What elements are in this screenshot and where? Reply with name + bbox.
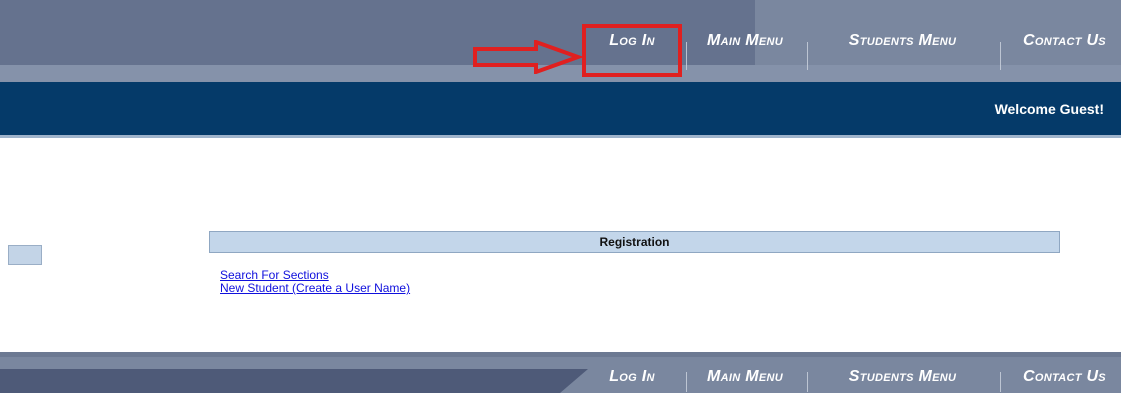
new-student-link[interactable]: New Student (Create a User Name) (220, 282, 410, 295)
nav-main-menu-link[interactable]: Main Menu (690, 0, 800, 82)
footer-students-menu-link[interactable]: Students Menu (820, 360, 985, 393)
registration-links: Search For Sections New Student (Create … (220, 269, 410, 295)
nav-separator (807, 372, 808, 392)
footer-contact-us-link[interactable]: Contact Us (1008, 360, 1121, 393)
nav-separator (1000, 372, 1001, 392)
nav-separator (686, 372, 687, 392)
footer-main-menu-link[interactable]: Main Menu (690, 360, 800, 393)
welcome-message: Welcome Guest! (994, 100, 1104, 117)
footer-login-link[interactable]: Log In (588, 360, 676, 393)
nav-students-menu-link[interactable]: Students Menu (820, 0, 985, 82)
nav-login-link[interactable]: Log In (588, 0, 676, 82)
bottom-nav-menu: Log In Main Menu Students Menu Contact U… (0, 352, 1121, 393)
nav-contact-us-link[interactable]: Contact Us (1008, 0, 1121, 82)
nav-separator (686, 42, 687, 70)
nav-separator (807, 42, 808, 70)
red-arrow-icon (473, 40, 584, 74)
nav-separator (1000, 42, 1001, 70)
registration-header: Registration (209, 231, 1060, 253)
side-tab (8, 245, 42, 265)
welcome-bar: Welcome Guest! (0, 82, 1121, 138)
